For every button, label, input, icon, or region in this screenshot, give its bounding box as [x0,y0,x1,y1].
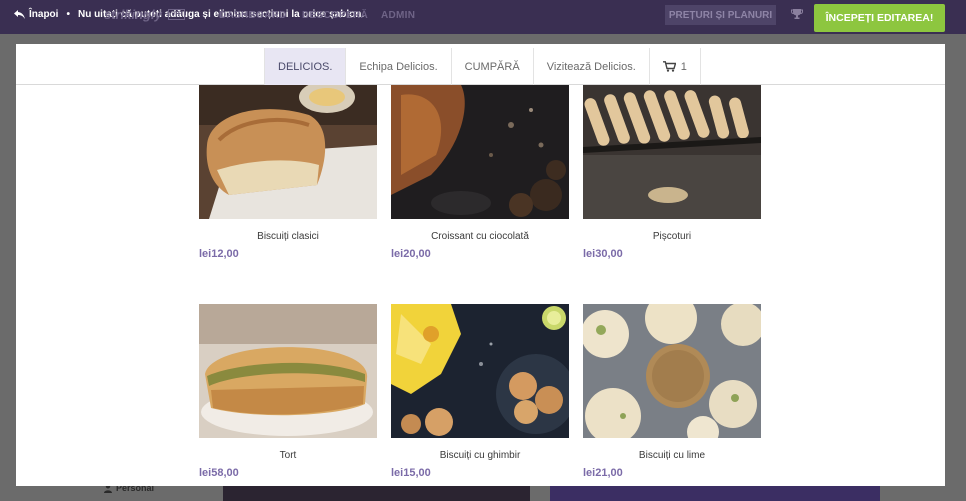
product-image-croissant[interactable] [391,85,569,219]
product-name[interactable]: Croissant cu ciocolată [391,231,569,242]
product-image-lime-cookies[interactable] [583,304,761,438]
trophy-icon[interactable] [791,8,803,20]
pricing-button[interactable]: PREȚURI ȘI PLANURI [665,5,776,25]
product-card[interactable]: Pișcoturi lei30,00 [583,85,761,260]
product-price: lei15,00 [391,467,431,479]
product-card[interactable]: Biscuiți cu ghimbir lei15,00 [391,304,569,479]
tab-team[interactable]: Echipa Delicios. [346,48,452,85]
product-price: lei21,00 [583,467,623,479]
tab-shop[interactable]: CUMPĂRĂ [452,48,534,85]
back-label: Înapoi [29,9,59,20]
tab-delicios[interactable]: DELICIOS. [265,48,347,85]
vip-badge: VIP [168,9,186,20]
back-arrow-icon [14,10,25,19]
nav-admin[interactable]: ADMIN [381,10,415,21]
cart-icon [662,61,676,72]
product-price: lei30,00 [583,248,623,260]
separator-dot: • [66,9,70,20]
product-image-ginger-cookies[interactable] [391,304,569,438]
tab-visit[interactable]: Vizitează Delicios. [534,48,650,85]
product-price: lei12,00 [199,248,239,260]
product-name[interactable]: Biscuiți clasici [199,231,377,242]
product-price: lei20,00 [391,248,431,260]
editor-top-bar: Înapoi • Nu uitați că puteți adăuga și e… [0,0,966,34]
site-navigation: DELICIOS. Echipa Delicios. CUMPĂRĂ Vizit… [16,44,945,85]
product-price: lei58,00 [199,467,239,479]
product-card[interactable]: Croissant cu ciocolată lei20,00 [391,85,569,260]
product-image-ladyfingers[interactable] [583,85,761,219]
background-block [550,486,880,501]
background-block [223,486,530,501]
product-card[interactable]: Biscuiți clasici lei12,00 [199,85,377,260]
product-image-tart[interactable] [199,304,377,438]
start-editing-button[interactable]: ÎNCEPEȚI EDITAREA! [814,4,945,32]
site-nav-tabs: DELICIOS. Echipa Delicios. CUMPĂRĂ Vizit… [264,48,701,85]
product-name[interactable]: Pișcoturi [583,231,761,242]
logo[interactable]: strikingly [104,7,162,22]
tab-cart[interactable]: 1 [650,48,701,85]
product-image-bread[interactable] [199,85,377,219]
product-card[interactable]: Tort lei58,00 [199,304,377,479]
cart-count: 1 [680,60,687,73]
nav-dashboard[interactable]: DASHBOARD [219,10,287,21]
product-card[interactable]: Biscuiți cu lime lei21,00 [583,304,761,479]
product-name[interactable]: Biscuiți cu ghimbir [391,450,569,461]
nav-discover[interactable]: DESCOPERĂ [302,10,368,21]
product-name[interactable]: Tort [199,450,377,461]
product-name[interactable]: Biscuiți cu lime [583,450,761,461]
site-preview: DELICIOS. Echipa Delicios. CUMPĂRĂ Vizit… [16,44,945,486]
